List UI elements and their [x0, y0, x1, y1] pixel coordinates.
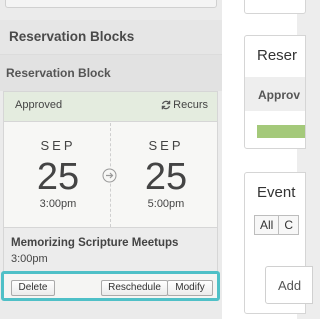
block-title: Reservation Block — [6, 66, 111, 80]
add-event-text: Add — [278, 278, 302, 293]
status-bar: Approved Recurs — [4, 92, 217, 122]
event-info: Memorizing Scripture Meetups 3:00pm — [4, 227, 217, 271]
end-time: 5:00pm — [147, 198, 185, 210]
delete-button[interactable]: Delete — [11, 280, 55, 296]
end-day: 25 — [144, 156, 188, 198]
start-day: 25 — [36, 156, 80, 198]
approval-progress-bar — [257, 125, 305, 138]
status-badge: Approved — [15, 99, 63, 111]
right-panel: Reser Approv Event All C Add — [222, 0, 313, 319]
start-month: SEP — [40, 138, 76, 153]
end-month: SEP — [148, 138, 184, 153]
recurs-label: Recurs — [173, 99, 208, 111]
section-header: Reservation Blocks — [0, 20, 222, 54]
reschedule-button[interactable]: Reschedule — [101, 280, 168, 296]
events-card-title: Event — [257, 184, 296, 201]
page: Reservation Blocks Reservation Block App… — [0, 0, 313, 319]
reservations-card-title: Reser — [257, 47, 298, 64]
section-title: Reservation Blocks — [9, 29, 135, 44]
reservations-card-status: Approv — [258, 88, 300, 102]
modify-button[interactable]: Modify — [167, 280, 213, 296]
event-time: 3:00pm — [11, 253, 48, 265]
reservation-blocks-panel: Reservation Blocks Reservation Block App… — [0, 0, 222, 319]
event-name: Memorizing Scripture Meetups — [11, 237, 179, 249]
recurring-icon — [161, 100, 171, 110]
reservations-card: Reser Approv — [244, 35, 306, 149]
start-time: 3:00pm — [39, 198, 77, 210]
end-date: SEP 25 5:00pm — [115, 138, 217, 211]
events-filter-tabs: All C — [254, 215, 300, 235]
add-event-box[interactable]: Add — [265, 266, 313, 304]
tab-c[interactable]: C — [279, 215, 300, 235]
events-card: Event All C Add — [244, 172, 313, 314]
start-date: SEP 25 3:00pm — [7, 138, 109, 211]
tab-all[interactable]: All — [254, 215, 280, 235]
recurs-indicator: Recurs — [161, 99, 208, 111]
reservation-card: Approved Recurs SEP 25 3:00pm SEP 25 5:0… — [3, 91, 218, 273]
top-field-stub — [5, 0, 217, 8]
top-box-stub — [244, 0, 306, 14]
action-buttons-row: Delete Reschedule Modify — [1, 271, 220, 301]
